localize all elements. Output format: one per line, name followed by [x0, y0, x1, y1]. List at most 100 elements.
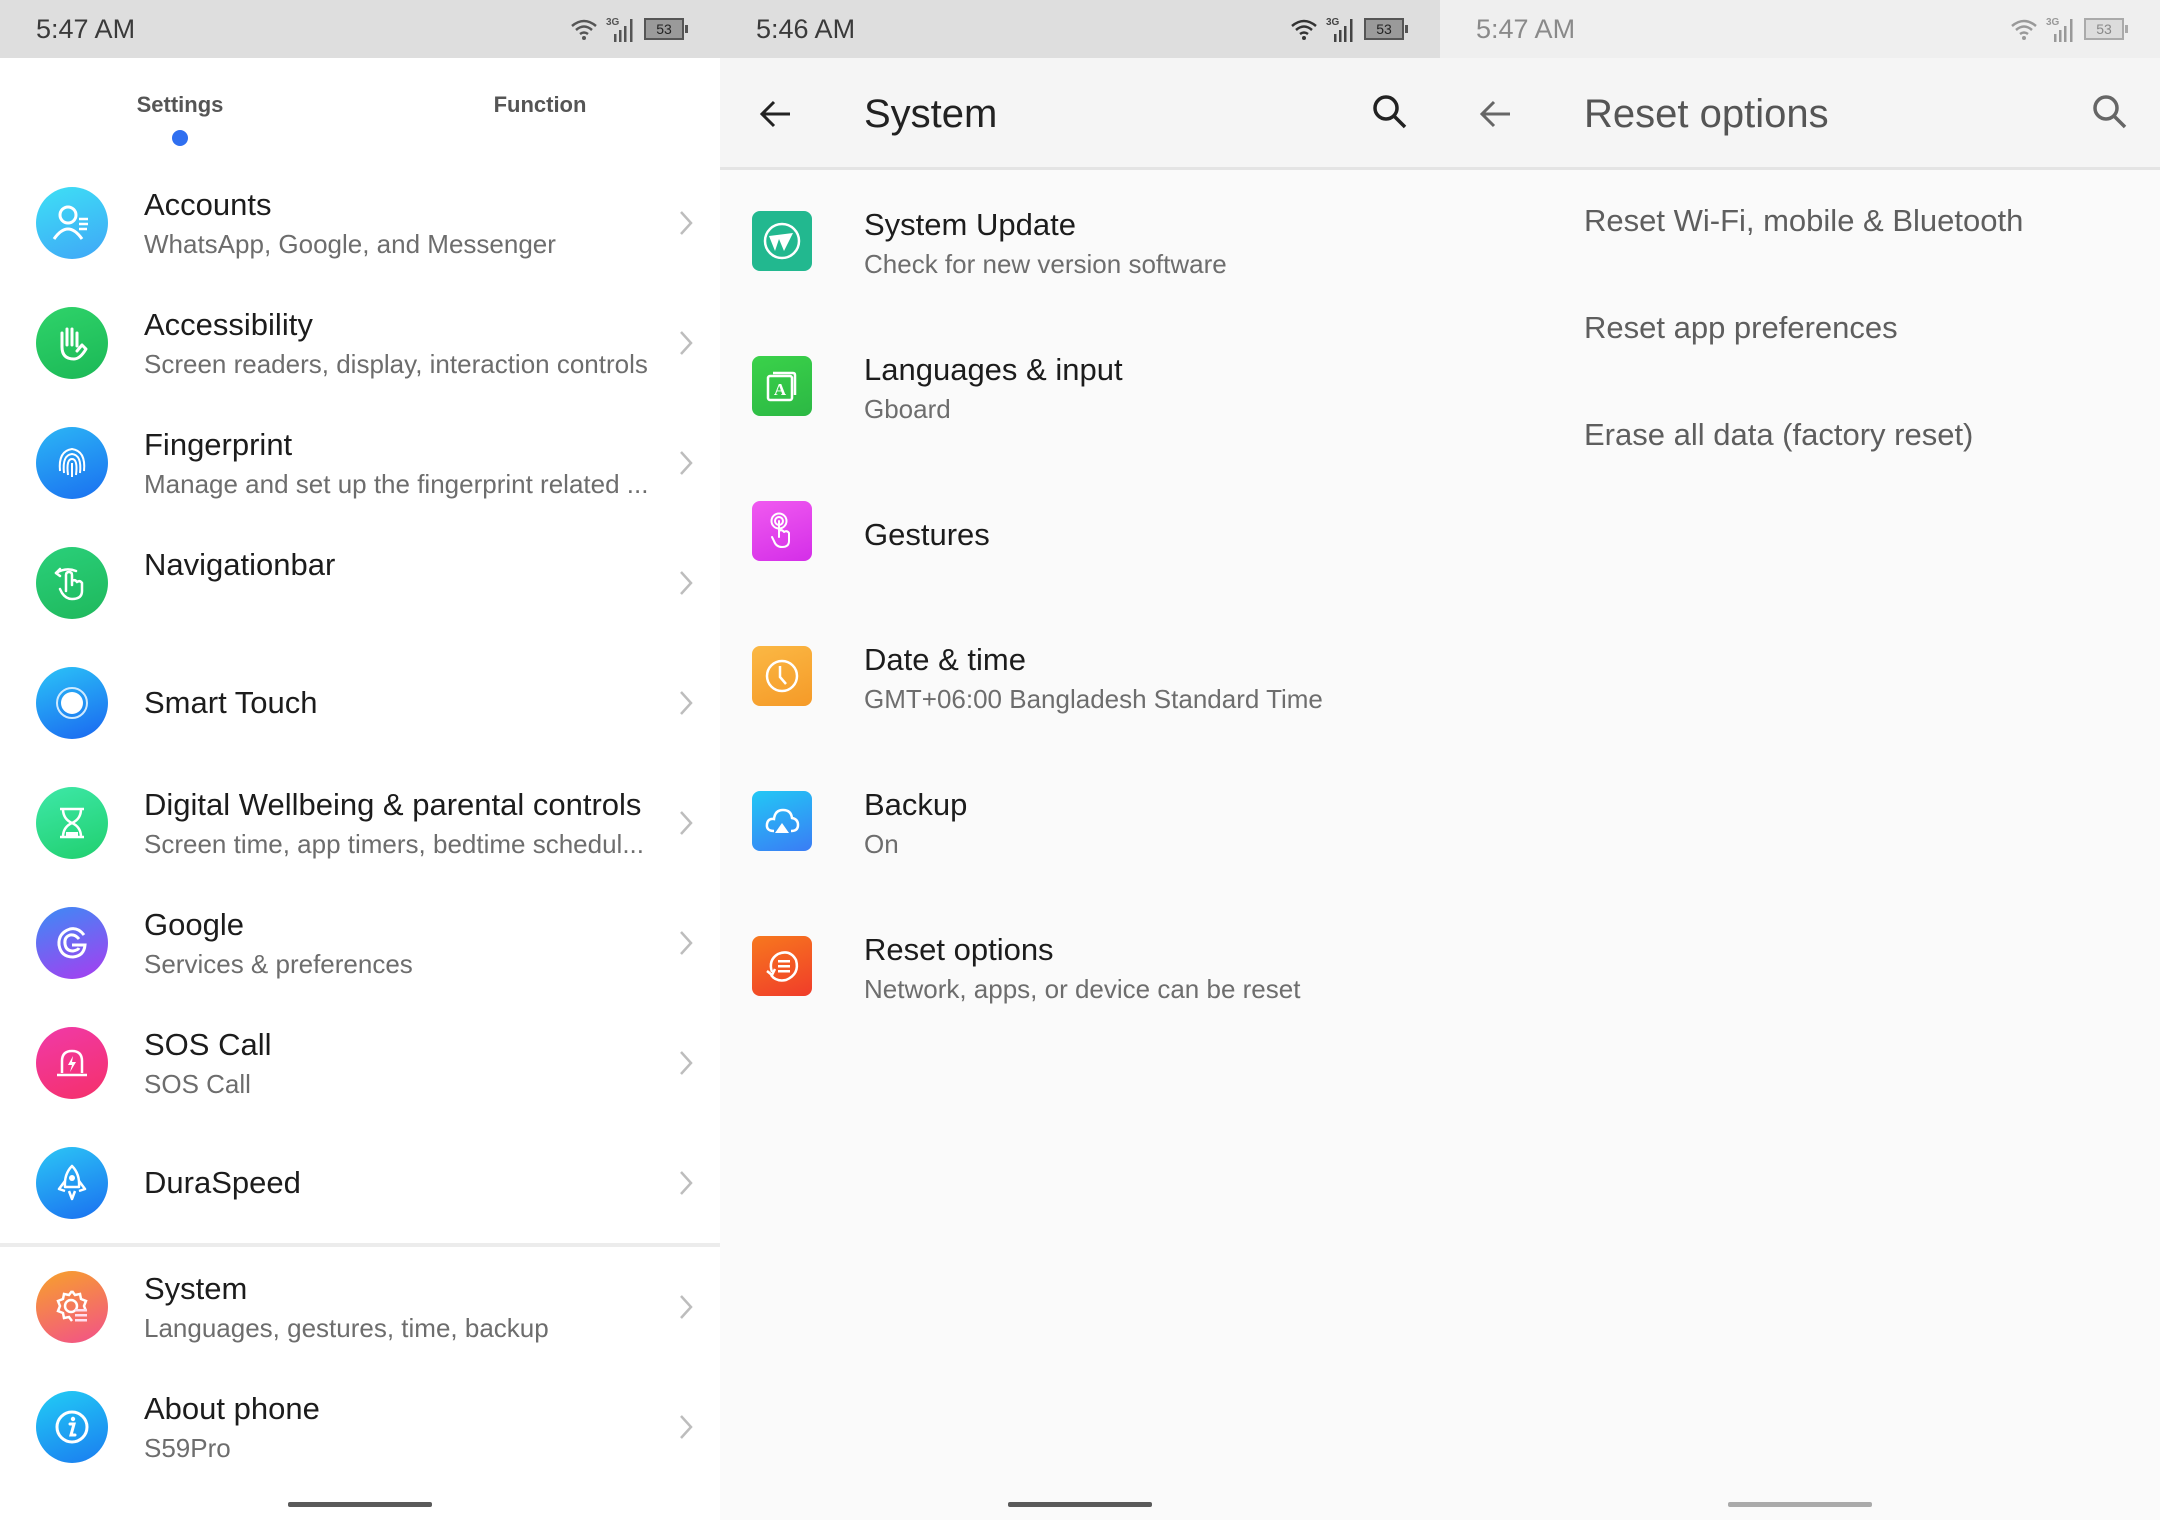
gesture-nav-bar[interactable]	[1008, 1502, 1152, 1507]
settings-item-about-phone[interactable]: About phone S59Pro	[0, 1367, 720, 1487]
gesture-nav-bar[interactable]	[288, 1502, 432, 1507]
system-list: System Update Check for new version soft…	[720, 173, 1440, 1043]
settings-item-sos-call[interactable]: SOS Call SOS Call	[0, 1003, 720, 1123]
page-title: System	[864, 92, 998, 136]
info-icon	[36, 1391, 108, 1463]
app-bar: System	[720, 58, 1440, 170]
item-title: Reset app preferences	[1584, 310, 1898, 345]
settings-item-google[interactable]: Google Services & preferences	[0, 883, 720, 1003]
sos-alarm-icon	[36, 1027, 108, 1099]
chevron-right-icon	[680, 331, 693, 355]
item-title: Digital Wellbeing & parental controls	[144, 787, 642, 822]
system-item-languages[interactable]: A Languages & input Gboard	[720, 318, 1440, 463]
settings-item-fingerprint[interactable]: Fingerprint Manage and set up the finger…	[0, 403, 720, 523]
gesture-nav-bar[interactable]	[1728, 1502, 1872, 1507]
rocket-icon	[36, 1147, 108, 1219]
top-tabs: Settings Function	[0, 58, 720, 158]
chevron-right-icon	[680, 1295, 693, 1319]
account-icon	[36, 187, 108, 259]
item-subtitle: S59Pro	[144, 1433, 231, 1463]
hand-icon	[36, 307, 108, 379]
item-subtitle: Network, apps, or device can be reset	[864, 974, 1301, 1004]
system-update-icon	[752, 211, 812, 271]
back-arrow-icon[interactable]	[756, 94, 796, 134]
reset-options-screen: 5:47 AM 3G 53 Reset options Reset Wi-Fi,…	[1440, 0, 2160, 1520]
item-title: Accounts	[144, 187, 272, 222]
item-title: Reset options	[864, 932, 1054, 967]
system-item-date-time[interactable]: Date & time GMT+06:00 Bangladesh Standar…	[720, 608, 1440, 753]
settings-item-smart-touch[interactable]: Smart Touch	[0, 643, 720, 763]
item-subtitle: Check for new version software	[864, 249, 1227, 279]
clock-icon	[752, 646, 812, 706]
chevron-right-icon	[680, 211, 693, 235]
reset-item-factory-reset[interactable]: Erase all data (factory reset)	[1440, 387, 2160, 494]
hourglass-icon	[36, 787, 108, 859]
item-title: Navigationbar	[144, 547, 336, 582]
reset-item-app-preferences[interactable]: Reset app preferences	[1440, 280, 2160, 387]
settings-item-digital-wellbeing[interactable]: Digital Wellbeing & parental controls Sc…	[0, 763, 720, 883]
system-item-gestures[interactable]: Gestures	[720, 463, 1440, 608]
cloud-backup-icon	[752, 791, 812, 851]
system-item-update[interactable]: System Update Check for new version soft…	[720, 173, 1440, 318]
system-item-reset-options[interactable]: Reset options Network, apps, or device c…	[720, 898, 1440, 1043]
status-bar: 5:47 AM 3G 53	[1440, 0, 2160, 58]
battery-icon: 53	[2084, 18, 2128, 40]
reset-options-list: Reset Wi-Fi, mobile & Bluetooth Reset ap…	[1440, 173, 2160, 494]
status-time: 5:47 AM	[1476, 14, 1576, 44]
battery-icon: 53	[644, 18, 688, 40]
item-subtitle: On	[864, 829, 899, 859]
item-title: DuraSpeed	[144, 1165, 301, 1200]
item-subtitle: GMT+06:00 Bangladesh Standard Time	[864, 684, 1323, 714]
item-subtitle: Screen time, app timers, bedtime schedul…	[144, 829, 645, 859]
swipe-hand-icon	[36, 547, 108, 619]
fingerprint-icon	[36, 427, 108, 499]
system-screen: 5:46 AM 3G 53 System System Update Check…	[720, 0, 1440, 1520]
item-title: Date & time	[864, 642, 1026, 677]
item-title: Google	[144, 907, 244, 942]
settings-item-accounts[interactable]: Accounts WhatsApp, Google, and Messenger	[0, 163, 720, 283]
item-title: Smart Touch	[144, 685, 318, 720]
search-icon[interactable]	[2090, 92, 2130, 132]
item-subtitle: WhatsApp, Google, and Messenger	[144, 229, 556, 259]
tab-function[interactable]: Function	[494, 92, 587, 118]
wifi-icon	[571, 19, 597, 40]
language-icon: A	[752, 356, 812, 416]
item-subtitle: Languages, gestures, time, backup	[144, 1313, 549, 1343]
chevron-right-icon	[680, 1051, 693, 1075]
status-time: 5:46 AM	[756, 14, 856, 44]
tab-settings[interactable]: Settings	[137, 92, 224, 118]
settings-screen: 5:47 AM 3G 53 Settings Function Accounts…	[0, 0, 720, 1520]
reset-icon	[752, 936, 812, 996]
battery-icon: 53	[1364, 18, 1408, 40]
item-title: System	[144, 1271, 248, 1306]
item-subtitle: SOS Call	[144, 1069, 251, 1099]
chevron-right-icon	[680, 931, 693, 955]
wifi-icon	[2011, 19, 2037, 40]
status-time: 5:47 AM	[36, 14, 136, 44]
item-title: Languages & input	[864, 352, 1123, 387]
status-bar: 5:47 AM 3G 53	[0, 0, 720, 58]
settings-item-duraspeed[interactable]: DuraSpeed	[0, 1123, 720, 1243]
google-icon	[36, 907, 108, 979]
reset-item-network[interactable]: Reset Wi-Fi, mobile & Bluetooth	[1440, 173, 2160, 280]
system-item-backup[interactable]: Backup On	[720, 753, 1440, 898]
page-title: Reset options	[1584, 92, 1829, 136]
item-title: SOS Call	[144, 1027, 272, 1062]
search-icon[interactable]	[1370, 92, 1410, 132]
item-title: Gestures	[864, 517, 990, 552]
settings-item-accessibility[interactable]: Accessibility Screen readers, display, i…	[0, 283, 720, 403]
chevron-right-icon	[680, 1171, 693, 1195]
settings-item-navigationbar[interactable]: Navigationbar	[0, 523, 720, 643]
settings-item-system[interactable]: System Languages, gestures, time, backup	[0, 1247, 720, 1367]
status-bar: 5:46 AM 3G 53	[720, 0, 1440, 58]
active-tab-indicator	[172, 130, 188, 146]
settings-list-system: System Languages, gestures, time, backup…	[0, 1247, 720, 1487]
item-title: Accessibility	[144, 307, 313, 342]
item-subtitle: Services & preferences	[144, 949, 413, 979]
wifi-icon	[1291, 19, 1317, 40]
item-subtitle: Manage and set up the fingerprint relate…	[144, 469, 649, 499]
svg-text:3G: 3G	[1326, 17, 1340, 28]
chevron-right-icon	[680, 451, 693, 475]
back-arrow-icon[interactable]	[1476, 94, 1516, 134]
signal-icon: 3G	[606, 17, 633, 42]
